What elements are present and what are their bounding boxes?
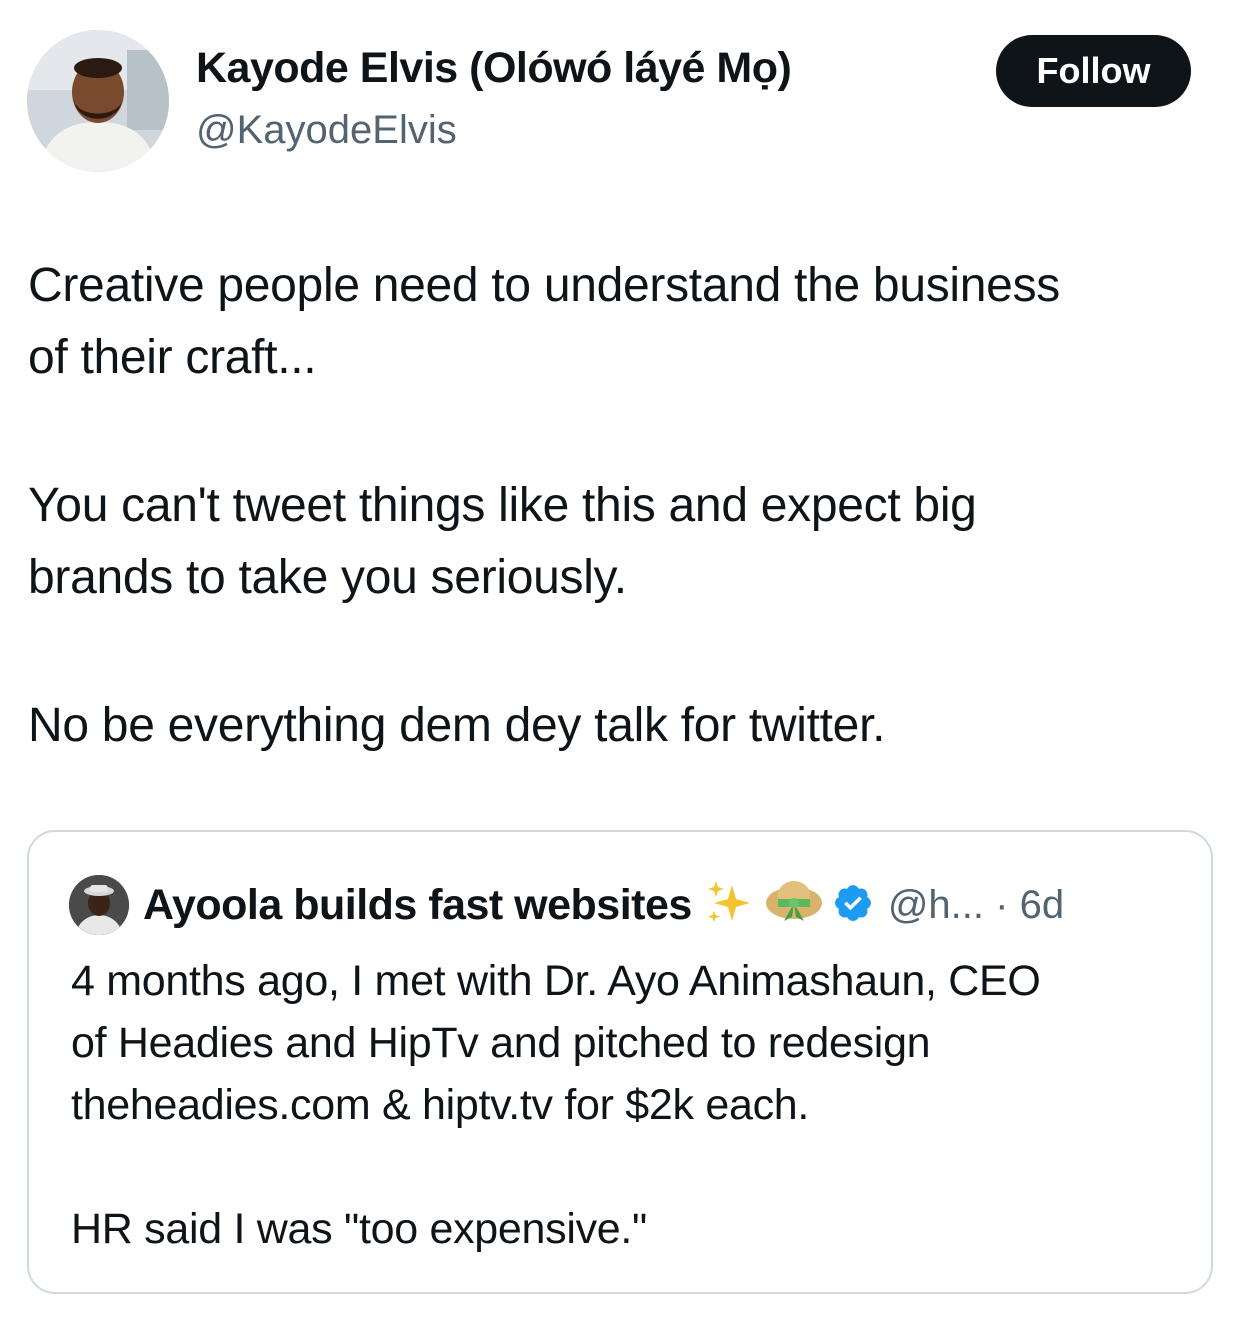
tweet-text-line: brands to take you seriously. xyxy=(28,551,627,604)
quoted-tweet-card[interactable]: Ayoola builds fast websites @h... · 6d 4… xyxy=(27,830,1213,1294)
quoted-tweet-text: 4 months ago, I met with Dr. Ayo Animash… xyxy=(71,950,1191,1260)
quoted-author-name[interactable]: Ayoola builds fast websites xyxy=(143,881,692,930)
quoted-text-line: theheadies.com & hiptv.tv for $2k each. xyxy=(71,1081,810,1129)
tweet-text-line: Creative people need to understand the b… xyxy=(28,259,1060,312)
author-handle[interactable]: @KayodeElvis xyxy=(196,108,457,153)
follow-button[interactable]: Follow xyxy=(996,35,1191,107)
quoted-author-avatar-image xyxy=(69,875,129,935)
tweet-text-line: You can't tweet things like this and exp… xyxy=(28,479,977,532)
author-name[interactable]: Kayode Elvis (Olówó láyé Mọ) xyxy=(196,44,792,93)
verified-badge-icon xyxy=(832,882,874,929)
quoted-text-line: of Headies and HipTv and pitched to rede… xyxy=(71,1019,931,1067)
author-avatar[interactable] xyxy=(27,30,169,172)
tweet-header: Kayode Elvis (Olówó láyé Mọ) @KayodeElvi… xyxy=(0,0,1242,200)
quoted-text-line: HR said I was "too expensive." xyxy=(71,1205,648,1253)
quoted-handle-time[interactable]: @h... · 6d xyxy=(888,883,1064,928)
quoted-text-line: 4 months ago, I met with Dr. Ayo Animash… xyxy=(71,957,1041,1005)
tweet-text: Creative people need to understand the b… xyxy=(28,250,1228,762)
quoted-author-avatar xyxy=(69,875,129,935)
straw-hat-icon xyxy=(764,877,824,934)
tweet-text-line: No be everything dem dey talk for twitte… xyxy=(28,699,886,752)
author-avatar-image xyxy=(27,30,169,172)
quoted-tweet-header: Ayoola builds fast websites @h... · 6d xyxy=(69,874,1064,936)
tweet-text-line: of their craft... xyxy=(28,331,317,384)
sparkles-icon xyxy=(702,877,754,934)
